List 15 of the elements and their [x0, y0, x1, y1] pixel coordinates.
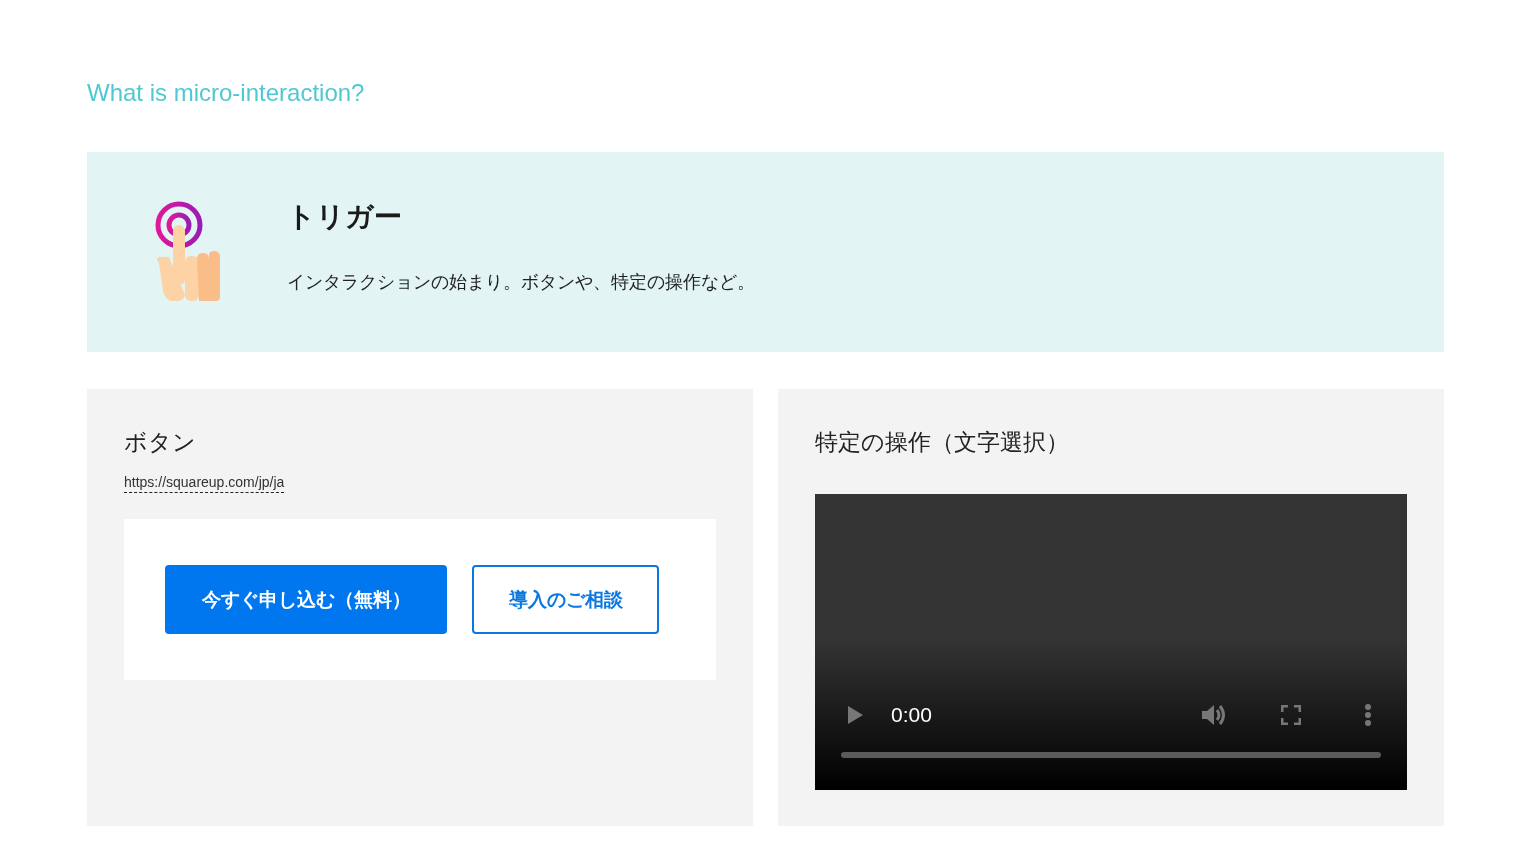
volume-icon[interactable] — [1201, 702, 1227, 728]
panel-title: ボタン — [124, 428, 197, 457]
apply-button[interactable]: 今すぐ申し込む（無料） — [165, 565, 447, 634]
trigger-title: トリガー — [287, 199, 403, 235]
progress-track[interactable] — [841, 752, 1381, 758]
tapping-finger-icon — [155, 201, 221, 303]
trigger-description: インタラクションの始まり。ボタンや、特定の操作など。 — [287, 270, 755, 294]
consult-button[interactable]: 導入のご相談 — [472, 565, 659, 634]
source-link[interactable]: https://squareup.com/jp/ja — [124, 474, 285, 493]
fullscreen-icon[interactable] — [1281, 705, 1301, 725]
more-options-icon[interactable] — [1365, 704, 1371, 726]
video-time: 0:00 — [891, 703, 932, 727]
page-heading: What is micro-interaction? — [87, 78, 366, 108]
play-icon[interactable] — [847, 706, 863, 724]
panel-title: 特定の操作（文字選択） — [815, 428, 1070, 457]
